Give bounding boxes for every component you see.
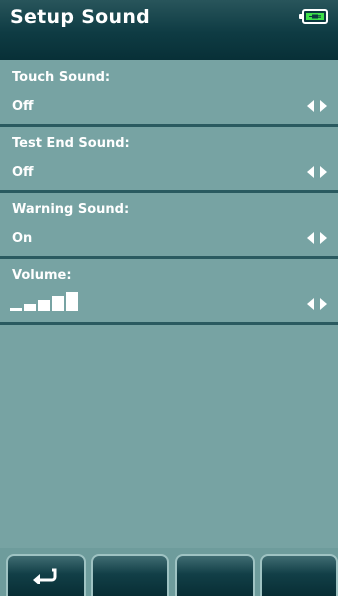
left-right-arrows-icon[interactable] (306, 232, 328, 244)
screen: Setup Sound Touch Sound: Off Test End So… (0, 0, 338, 596)
setting-label: Test End Sound: (12, 136, 130, 151)
setting-label: Volume: (12, 268, 72, 283)
volume-bar (24, 304, 36, 311)
page-title: Setup Sound (10, 6, 151, 28)
battery-charging-icon (299, 9, 328, 24)
volume-bar (38, 300, 50, 311)
left-right-arrows-icon[interactable] (306, 100, 328, 112)
warning-sound-setting[interactable]: Warning Sound: On (0, 193, 338, 256)
header: Setup Sound (0, 0, 338, 60)
divider (0, 322, 338, 325)
setting-value: Off (12, 99, 34, 114)
volume-bar (66, 292, 78, 311)
volume-bar (10, 308, 22, 311)
return-icon (33, 568, 57, 584)
left-right-arrows-icon[interactable] (306, 298, 328, 310)
volume-bar (52, 296, 64, 311)
volume-level-icon (10, 289, 90, 311)
softkey-button-2[interactable] (91, 554, 169, 596)
setting-label: Touch Sound: (12, 70, 111, 85)
setting-value: Off (12, 165, 34, 180)
softkey-button-3[interactable] (175, 554, 255, 596)
left-right-arrows-icon[interactable] (306, 166, 328, 178)
footer-bar (0, 548, 338, 596)
back-button[interactable] (6, 554, 86, 596)
softkey-button-4[interactable] (260, 554, 338, 596)
test-end-sound-setting[interactable]: Test End Sound: Off (0, 127, 338, 190)
touch-sound-setting[interactable]: Touch Sound: Off (0, 61, 338, 124)
setting-value: On (12, 231, 33, 246)
setting-label: Warning Sound: (12, 202, 130, 217)
